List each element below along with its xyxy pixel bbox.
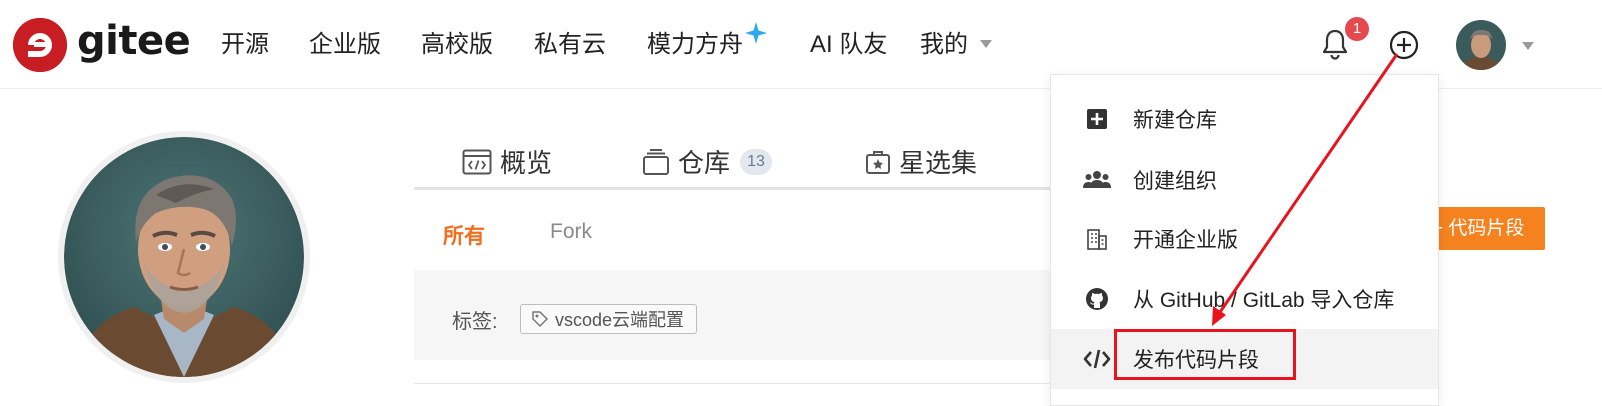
tag-label: 标签: — [452, 311, 498, 333]
gitee-logo[interactable]: gitee — [13, 18, 191, 72]
nav-ai-teammate[interactable]: AI 队友 — [810, 29, 887, 61]
tab-starred-collections[interactable]: 星选集 — [865, 143, 977, 180]
repo-stack-icon — [643, 148, 669, 175]
annotation-highlight-box — [1114, 329, 1296, 380]
star-box-icon — [866, 150, 890, 174]
nav-mine[interactable]: 我的 — [920, 29, 968, 61]
menu-create-organization-label: 创建组织 — [1133, 170, 1217, 193]
menu-new-repository[interactable]: 新建仓库 — [1051, 89, 1438, 149]
code-window-icon — [462, 149, 492, 174]
user-avatar[interactable] — [1456, 20, 1506, 70]
menu-create-organization[interactable]: 创建组织 — [1051, 150, 1438, 210]
filter-fork[interactable]: Fork — [550, 220, 592, 244]
menu-enterprise[interactable]: 开通企业版 — [1051, 209, 1438, 269]
tag-icon — [532, 311, 548, 327]
tab-repositories[interactable]: 仓库 13 — [642, 143, 773, 180]
sparkle-icon — [745, 22, 767, 44]
tab-overview-label: 概览 — [500, 148, 553, 178]
tag-chip-label: vscode云端配置 — [555, 310, 685, 330]
users-icon — [1083, 166, 1111, 194]
code-icon — [1083, 345, 1111, 373]
brand-name: gitee — [77, 18, 191, 64]
tab-overview[interactable]: 概览 — [462, 143, 552, 180]
menu-import-repository-label: 从 GitHub / GitLab 导入仓库 — [1133, 289, 1395, 312]
notification-badge: 1 — [1345, 17, 1369, 41]
content-divider — [414, 383, 1054, 384]
plus-square-icon — [1083, 105, 1111, 133]
nav-education[interactable]: 高校版 — [421, 29, 493, 61]
menu-new-repository-label: 新建仓库 — [1133, 109, 1217, 132]
menu-import-repository[interactable]: 从 GitHub / GitLab 导入仓库 — [1051, 269, 1438, 329]
repo-count-badge: 13 — [740, 148, 773, 175]
filter-all[interactable]: 所有 — [443, 220, 485, 250]
tab-repositories-label: 仓库 — [678, 148, 731, 178]
gitee-logo-mark-icon — [13, 18, 67, 72]
nav-mine-caret-icon[interactable] — [980, 40, 992, 48]
profile-avatar — [58, 131, 310, 383]
nav-moli-fangzhou[interactable]: 模力方舟 — [647, 29, 743, 61]
nav-enterprise[interactable]: 企业版 — [309, 29, 381, 61]
tag-chip[interactable]: vscode云端配置 — [520, 304, 698, 334]
create-plus-icon[interactable] — [1388, 29, 1420, 61]
tabs-divider — [414, 187, 1054, 190]
building-icon — [1083, 225, 1111, 253]
github-icon — [1083, 285, 1111, 313]
nav-private-cloud[interactable]: 私有云 — [534, 29, 606, 61]
tab-starred-label: 星选集 — [899, 148, 978, 178]
tag-filter-panel — [414, 270, 1054, 360]
menu-enterprise-label: 开通企业版 — [1133, 229, 1238, 252]
avatar-caret-icon[interactable] — [1522, 42, 1534, 50]
nav-open-source[interactable]: 开源 — [221, 29, 269, 61]
